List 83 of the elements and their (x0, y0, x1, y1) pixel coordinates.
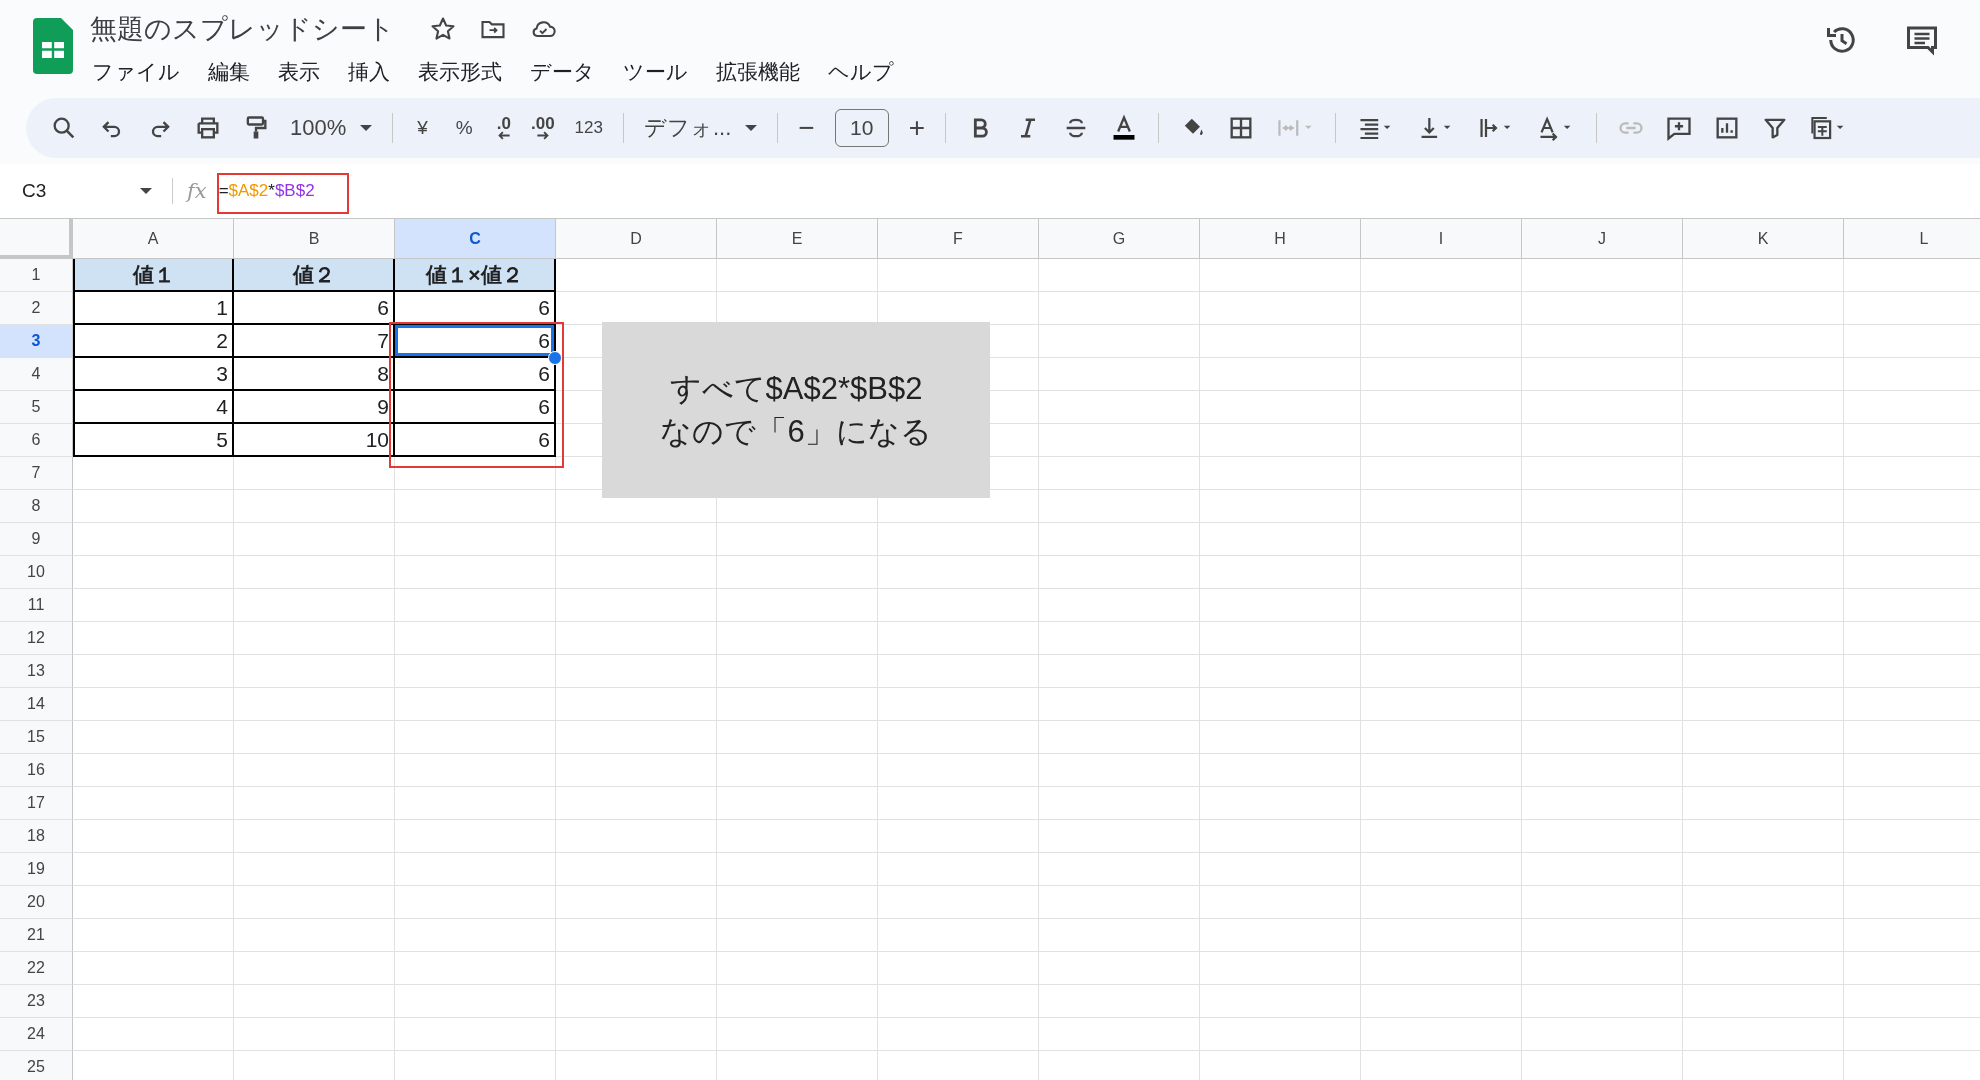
row-header[interactable]: 5 (0, 391, 73, 424)
row-header[interactable]: 25 (0, 1051, 73, 1080)
fill-handle[interactable] (548, 351, 562, 365)
column-header[interactable]: K (1683, 219, 1844, 259)
table-cell[interactable]: 3 (73, 358, 234, 391)
table-cell[interactable]: 9 (234, 391, 395, 424)
row-header[interactable]: 16 (0, 754, 73, 787)
font-size-field[interactable]: 10 (834, 109, 889, 147)
table-cell[interactable]: 2 (73, 325, 234, 358)
column-header[interactable]: B (234, 219, 395, 259)
arrow-icon (496, 130, 511, 140)
menu-item[interactable]: 挿入 (348, 58, 390, 86)
row-header[interactable]: 22 (0, 952, 73, 985)
formula-field[interactable]: =$A$2*$B$2 (218, 177, 315, 205)
number-format-button[interactable]: 123 (574, 118, 603, 138)
row-header[interactable]: 15 (0, 721, 73, 754)
column-header[interactable]: L (1844, 219, 1980, 259)
percent-button[interactable]: % (451, 117, 477, 139)
row-header[interactable]: 7 (0, 457, 73, 490)
row-header[interactable]: 13 (0, 655, 73, 688)
menu-item[interactable]: ファイル (92, 58, 180, 86)
row-header[interactable]: 10 (0, 556, 73, 589)
sheets-logo-icon[interactable] (32, 18, 74, 74)
row-header[interactable]: 14 (0, 688, 73, 721)
table-cell[interactable]: 6 (395, 325, 556, 358)
row-header[interactable]: 24 (0, 1018, 73, 1051)
row-header[interactable]: 6 (0, 424, 73, 457)
table-cell[interactable]: 7 (234, 325, 395, 358)
menu-item[interactable]: 編集 (208, 58, 250, 86)
row-header[interactable]: 17 (0, 787, 73, 820)
menu-item[interactable]: 表示形式 (418, 58, 502, 86)
function-icon: fx (187, 179, 207, 203)
currency-button[interactable]: ¥ (413, 117, 432, 139)
row-header[interactable]: 3 (0, 325, 73, 358)
menu-item[interactable]: ツール (623, 58, 688, 86)
table-cell[interactable]: 6 (395, 391, 556, 424)
row-header[interactable]: 20 (0, 886, 73, 919)
menu-item[interactable]: 表示 (278, 58, 320, 86)
row-header[interactable]: 1 (0, 259, 73, 292)
menu-item[interactable]: ヘルプ (828, 58, 894, 86)
column-header[interactable]: J (1522, 219, 1683, 259)
column-header[interactable]: A (73, 219, 234, 259)
callout-note: すべて$A$2*$B$2 なので「6」になる (602, 322, 990, 498)
row-header[interactable]: 8 (0, 490, 73, 523)
increase-font-size-button[interactable]: + (908, 112, 926, 144)
menu-item[interactable]: データ (530, 58, 595, 86)
star-icon[interactable] (429, 15, 457, 43)
row-header[interactable]: 23 (0, 985, 73, 1018)
row-header[interactable]: 18 (0, 820, 73, 853)
decrease-font-size-button[interactable]: − (798, 112, 815, 144)
table-cell[interactable]: 4 (73, 391, 234, 424)
column-header[interactable]: G (1039, 219, 1200, 259)
column-header[interactable]: C (395, 219, 556, 259)
document-title[interactable]: 無題のスプレッドシート (90, 11, 395, 47)
table-cell[interactable]: 6 (395, 292, 556, 325)
column-header[interactable]: E (717, 219, 878, 259)
header-cell[interactable]: 値１ (73, 259, 234, 292)
font-select[interactable]: デフォ... (643, 113, 758, 143)
decrease-decimal-button[interactable]: .0 (496, 116, 511, 140)
row-header[interactable]: 4 (0, 358, 73, 391)
table-cell[interactable]: 5 (73, 424, 234, 457)
table-cell[interactable]: 6 (234, 292, 395, 325)
zoom-select[interactable]: 100% (290, 115, 373, 141)
row-header[interactable]: 12 (0, 622, 73, 655)
header-cell[interactable]: 値１×値２ (395, 259, 556, 292)
row-header[interactable]: 2 (0, 292, 73, 325)
column-header[interactable]: H (1200, 219, 1361, 259)
column-header[interactable]: I (1361, 219, 1522, 259)
table-cell[interactable]: 6 (395, 424, 556, 457)
table-cell[interactable]: 1 (73, 292, 234, 325)
row-header[interactable]: 21 (0, 919, 73, 952)
table-cell[interactable]: 8 (234, 358, 395, 391)
table-cell[interactable]: 10 (234, 424, 395, 457)
increase-decimal-button[interactable]: .00 (530, 116, 555, 140)
row-header[interactable]: 11 (0, 589, 73, 622)
header-cell[interactable]: 値２ (234, 259, 395, 292)
name-box[interactable]: C3 (0, 180, 162, 202)
row-header[interactable]: 9 (0, 523, 73, 556)
column-header[interactable]: F (878, 219, 1039, 259)
arrow-icon (535, 130, 550, 140)
row-header[interactable]: 19 (0, 853, 73, 886)
column-header[interactable]: D (556, 219, 717, 259)
menu-item[interactable]: 拡張機能 (716, 58, 800, 86)
